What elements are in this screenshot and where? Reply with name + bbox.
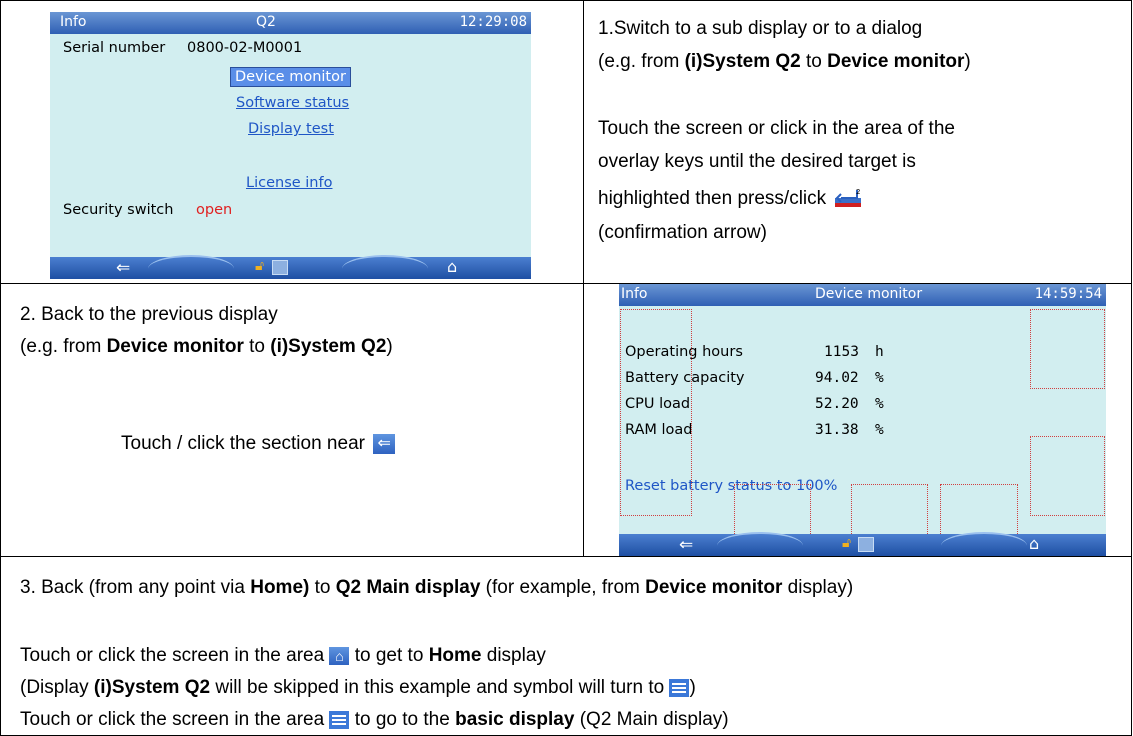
ram-load-unit: % (875, 422, 884, 438)
back-arrow-icon: ⇐ (373, 433, 396, 454)
serial-value: 0800-02-M0001 (187, 40, 303, 56)
svg-text:2: 2 (856, 188, 860, 196)
row1-line2-pre: (e.g. from (598, 51, 685, 72)
back-arrow-icon[interactable]: ⇐ (679, 535, 693, 555)
title-center: Q2 (256, 14, 276, 30)
title-left: Info (60, 14, 87, 30)
bottom-bar: ⇐ 🔓︎ ⌂ (50, 255, 531, 279)
row3-line2: Touch or click the screen in the area ⌂ … (20, 640, 546, 672)
row3-line1-bold2: Q2 Main display (335, 577, 481, 598)
row2-line2-bold1: Device monitor (106, 336, 244, 357)
home-icon[interactable]: ⌂ (447, 257, 457, 276)
row3-line3-bold: (i)System Q2 (93, 677, 211, 698)
bottom-arc-left (148, 255, 234, 279)
license-info-link[interactable]: License info (246, 175, 332, 191)
ram-load-value: 31.38 (815, 422, 859, 438)
row1-line3: Touch the screen or click in the area of… (598, 118, 955, 139)
overlay-key-bottom-right[interactable] (1030, 436, 1105, 516)
serial-label: Serial number (63, 40, 166, 56)
home-icon: ⌂ (329, 646, 350, 665)
row3-line3: (Display (i)System Q2 will be skipped in… (20, 672, 696, 704)
bottom-arc-left (717, 532, 803, 556)
security-label: Security switch (63, 202, 174, 218)
row2-line2-post: ) (386, 336, 393, 357)
overlay-key-top-right[interactable] (1030, 309, 1105, 389)
row3-line2-mid: to get to (349, 645, 429, 666)
row1-line5-text: highlighted then press/click (598, 188, 827, 209)
row3-line2-bold: Home (428, 645, 482, 666)
row3-line1-mid: to (309, 577, 336, 598)
enter-icon: 2 (835, 188, 862, 210)
row2-line2-mid: to (243, 336, 271, 357)
row2-line2: (e.g. from Device monitor to (i)System Q… (20, 331, 393, 363)
row3-line1-pre: 3. Back (from any point via (20, 577, 251, 598)
row3-line2-post: display (481, 645, 546, 666)
row1-line2: (e.g. from (i)System Q2 to Device monito… (598, 46, 971, 78)
row1-line1: 1.Switch to a sub display or to a dialog (598, 18, 923, 39)
row3-line1-bold1: Home) (250, 577, 310, 598)
cpu-load-unit: % (875, 396, 884, 412)
row2-line2-pre: (e.g. from (20, 336, 107, 357)
row1-line2-mid: to (800, 51, 828, 72)
row3-line4: Touch or click the screen in the area to… (20, 704, 729, 736)
operating-hours-value: 1153 (824, 344, 859, 360)
row3-line3-pre: (Display (20, 677, 94, 698)
list-icon (329, 710, 350, 729)
overlay-key-top-left[interactable] (620, 309, 692, 516)
bottom-bar: ⇐ 🔓︎ ⌂ (619, 532, 1106, 556)
row2-line1: 2. Back to the previous display (20, 304, 278, 325)
row1-line4: overlay keys until the desired target is (598, 151, 916, 172)
title-left: Info (621, 286, 648, 302)
row3-line1: 3. Back (from any point via Home) to Q2 … (20, 572, 853, 604)
title-bar: Info Device monitor 14:59:54 (619, 284, 1106, 306)
row1-line5: highlighted then press/click 2 (598, 183, 862, 215)
row1-line6: (confirmation arrow) (598, 222, 767, 243)
title-center: Device monitor (815, 286, 923, 302)
row1-line2-bold2: Device monitor (827, 51, 965, 72)
device-monitor-button[interactable]: Device monitor (230, 67, 351, 87)
clock: 14:59:54 (1034, 286, 1102, 302)
lock-icon: 🔓︎ (255, 258, 265, 274)
monitor-icon (858, 537, 874, 552)
row1-line2-post: ) (964, 51, 971, 72)
row3-line1-mid2: (for example, from (480, 577, 646, 598)
security-value: open (196, 202, 233, 218)
row3-line3-post: will be skipped in this example and symb… (210, 677, 665, 698)
battery-capacity-value: 94.02 (815, 370, 859, 386)
row2-line2-bold2: (i)System Q2 (270, 336, 387, 357)
battery-capacity-unit: % (875, 370, 884, 386)
row2-line3-text: Touch / click the section near (121, 433, 365, 454)
operating-hours-unit: h (875, 344, 884, 360)
row3-line1-post: display) (782, 577, 854, 598)
row3-line1-bold3: Device monitor (645, 577, 783, 598)
device-screen-info: Info Q2 12:29:08 Serial number 0800-02-M… (50, 12, 531, 279)
display-test-link[interactable]: Display test (248, 121, 334, 137)
back-arrow-icon[interactable]: ⇐ (116, 258, 130, 278)
clock: 12:29:08 (459, 14, 527, 30)
bottom-arc-right (342, 255, 428, 279)
bottom-arc-right (941, 532, 1027, 556)
row3-line2-pre: Touch or click the screen in the area (20, 645, 325, 666)
lock-icon: 🔓︎ (842, 535, 852, 551)
device-screen-monitor: Info Device monitor 14:59:54 Operating h… (619, 284, 1106, 556)
row3-line3-end: ) (689, 677, 696, 698)
cpu-load-value: 52.20 (815, 396, 859, 412)
row2-line3: Touch / click the section near ⇐ (121, 428, 396, 460)
software-status-link[interactable]: Software status (236, 95, 349, 111)
title-bar: Info Q2 12:29:08 (50, 12, 531, 34)
monitor-icon (272, 260, 288, 275)
list-icon (669, 678, 690, 697)
row1-line2-bold1: (i)System Q2 (684, 51, 801, 72)
home-icon[interactable]: ⌂ (1029, 534, 1039, 553)
